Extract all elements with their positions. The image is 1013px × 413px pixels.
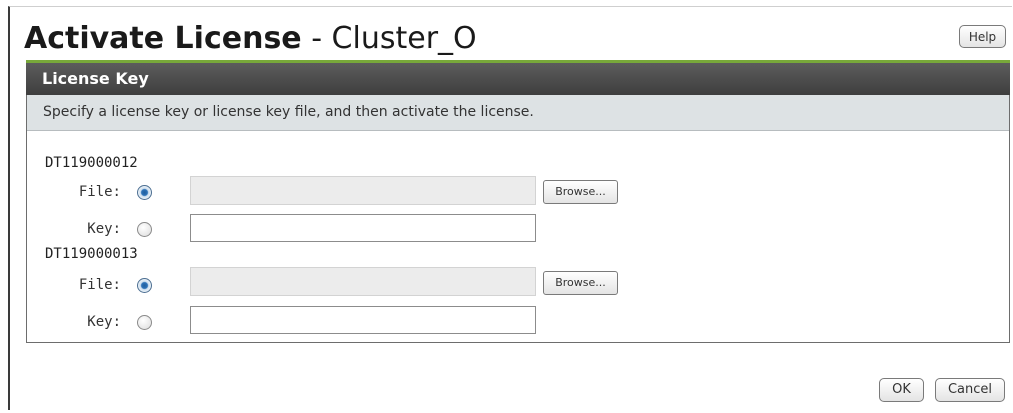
key-input[interactable] [190, 306, 536, 334]
file-radio[interactable] [137, 185, 152, 200]
help-button[interactable]: Help [959, 25, 1006, 48]
key-radio[interactable] [137, 222, 152, 237]
panel-header: License Key [26, 60, 1010, 95]
key-radio[interactable] [137, 315, 152, 330]
browse-button[interactable]: Browse... [543, 271, 618, 295]
license-key-panel: License Key Specify a license key or lic… [26, 60, 1010, 343]
file-path-field[interactable] [190, 267, 536, 296]
device-label: DT119000013 [45, 246, 138, 262]
title-bar: Activate License - Cluster_O [24, 15, 1012, 61]
device-label: DT119000012 [45, 155, 138, 171]
browse-button[interactable]: Browse... [543, 180, 618, 204]
ok-button[interactable]: OK [879, 378, 924, 402]
activate-license-dialog: Activate License - Cluster_O Help Licens… [8, 6, 1012, 410]
file-label: File: [78, 277, 121, 293]
panel-description: Specify a license key or license key fil… [27, 95, 1009, 131]
page-title: Activate License - Cluster_O [24, 21, 477, 57]
key-label: Key: [87, 221, 121, 237]
file-label: File: [78, 184, 121, 200]
file-path-field[interactable] [190, 176, 536, 205]
title-cluster: - Cluster_O [301, 21, 477, 56]
title-main: Activate License [24, 21, 302, 56]
file-radio[interactable] [137, 278, 152, 293]
cancel-button[interactable]: Cancel [935, 378, 1005, 402]
key-input[interactable] [190, 214, 536, 242]
key-label: Key: [87, 314, 121, 330]
